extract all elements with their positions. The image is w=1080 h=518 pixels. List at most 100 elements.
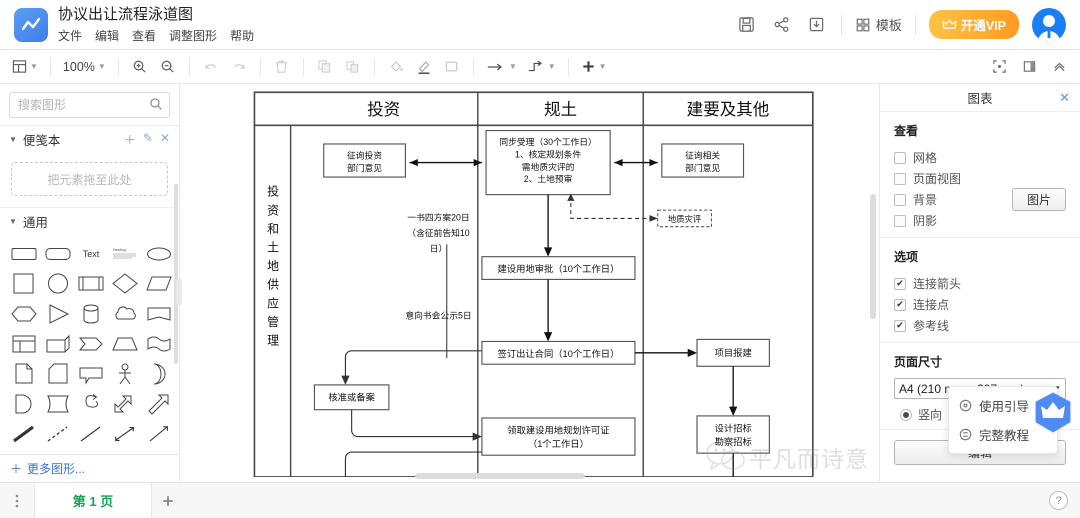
portrait-radio[interactable] (900, 408, 912, 421)
template-button[interactable]: 模板 (855, 15, 902, 34)
shape-thick-line[interactable] (8, 421, 40, 446)
shape-icon[interactable] (439, 54, 465, 80)
arrow-style-icon[interactable]: ▼ (482, 54, 521, 80)
plus-icon[interactable]: ▼ (577, 54, 611, 80)
shadow-checkbox[interactable] (894, 214, 906, 227)
shape-diamond[interactable] (109, 271, 141, 296)
shape-curve-arrow[interactable] (76, 391, 108, 416)
shape-document[interactable] (8, 361, 40, 386)
canvas-vertical-scrollbar[interactable] (870, 194, 876, 319)
shape-folded-note[interactable] (42, 361, 74, 386)
checkbox-row-guide-line[interactable]: 参考线 (894, 315, 1066, 336)
shape-table[interactable] (8, 331, 40, 356)
checkbox-row-connect-arrow[interactable]: 连接箭头 (894, 273, 1066, 294)
shape-curved-card[interactable] (42, 391, 74, 416)
pageview-checkbox[interactable] (894, 172, 906, 185)
canvas-horizontal-scrollbar[interactable] (415, 473, 585, 479)
document-title[interactable]: 协议出让流程泳道图 (58, 6, 254, 24)
shape-callout[interactable] (76, 361, 108, 386)
shape-rounded-rect[interactable] (42, 241, 74, 266)
menu-item-help[interactable]: 帮助 (230, 27, 254, 44)
add-icon[interactable]: ＋ (124, 131, 136, 148)
shape-thin-line[interactable] (76, 421, 108, 446)
panel-toggle-icon[interactable] (1016, 54, 1042, 80)
help-icon[interactable]: ? (1049, 491, 1068, 510)
shape-double-arrow[interactable] (109, 391, 141, 416)
shape-block-arrow[interactable] (143, 391, 175, 416)
shape-square[interactable] (8, 271, 40, 296)
menu-item-edit[interactable]: 编辑 (95, 27, 119, 44)
orientation-portrait[interactable]: 竖向 (900, 406, 942, 423)
sidebar-section-general[interactable]: ▼ 通用 (0, 207, 179, 235)
shape-wave[interactable] (143, 331, 175, 356)
shape-trapezoid[interactable] (109, 331, 141, 356)
shape-single-arrow[interactable] (143, 421, 175, 446)
zoom-in-icon[interactable] (127, 54, 153, 80)
shape-double-head-arrow[interactable] (109, 421, 141, 446)
avatar[interactable] (1032, 7, 1066, 42)
share-icon[interactable] (771, 14, 793, 36)
shape-cube[interactable] (42, 331, 74, 356)
shape-triangle[interactable] (42, 301, 74, 326)
shape-note-text[interactable]: Heading (109, 241, 141, 266)
search-input[interactable] (9, 92, 170, 118)
checkbox-row-pageview[interactable]: 页面视图 (894, 168, 1066, 189)
connector-style-icon[interactable]: ▼ (523, 54, 560, 80)
line-color-icon[interactable] (411, 54, 437, 80)
page-menu-icon[interactable] (0, 483, 34, 518)
shape-parallelogram[interactable] (143, 271, 175, 296)
shape-hexagon[interactable] (8, 301, 40, 326)
shape-half-round[interactable] (8, 391, 40, 416)
sidebar-scrollbar[interactable] (174, 184, 178, 364)
shape-circle[interactable] (42, 271, 74, 296)
download-icon[interactable] (806, 14, 828, 36)
shape-dashed-line[interactable] (42, 421, 74, 446)
save-icon[interactable] (736, 14, 758, 36)
page-tab-1[interactable]: 第 1 页 (34, 483, 152, 518)
shape-text-label[interactable]: Text (76, 241, 108, 266)
shape-moon[interactable] (143, 361, 175, 386)
guide-line-checkbox[interactable] (894, 319, 906, 332)
connect-arrow-checkbox[interactable] (894, 277, 906, 290)
add-page-button[interactable] (152, 483, 184, 518)
zoom-out-icon[interactable] (155, 54, 181, 80)
sidebar-collapse-handle[interactable] (176, 279, 182, 305)
shape-ellipse[interactable] (143, 241, 175, 266)
copy-icon[interactable] (312, 54, 338, 80)
zoom-level-selector[interactable]: 100% ▼ (59, 54, 110, 80)
undo-icon[interactable] (198, 54, 224, 80)
fullscreen-icon[interactable] (986, 54, 1012, 80)
checkbox-row-connect-point[interactable]: 连接点 (894, 294, 1066, 315)
checkbox-row-shadow[interactable]: 阴影 (894, 210, 1066, 231)
grid-checkbox[interactable] (894, 151, 906, 164)
shape-actor[interactable] (109, 361, 141, 386)
fill-bucket-icon[interactable] (383, 54, 409, 80)
shape-process-bar[interactable] (76, 271, 108, 296)
collapse-chevron-icon[interactable] (1046, 54, 1072, 80)
checkbox-row-grid[interactable]: 网格 (894, 147, 1066, 168)
diagram-canvas[interactable]: 投资 规土 建要及其他 投 资 和 土 地 供 应 管 理 征询投资 部门意见 (180, 84, 880, 482)
shape-rounded-rect-wide[interactable] (8, 241, 40, 266)
checkbox-row-background[interactable]: 背景 图片 (894, 188, 1066, 211)
menu-item-file[interactable]: 文件 (58, 27, 82, 44)
background-checkbox[interactable] (894, 193, 906, 206)
close-icon[interactable]: ✕ (1059, 90, 1070, 106)
search-icon[interactable] (149, 97, 163, 114)
menu-item-adjust-shape[interactable]: 调整图形 (169, 27, 217, 44)
shape-card-flag[interactable] (143, 301, 175, 326)
paste-icon[interactable] (340, 54, 366, 80)
vip-button[interactable]: 开通VIP (928, 10, 1019, 39)
sidebar-section-scratchpad[interactable]: ▼ 便笺本 ＋ ✎ ✕ (0, 125, 179, 153)
shape-cylinder[interactable] (76, 301, 108, 326)
menu-item-view[interactable]: 查看 (132, 27, 156, 44)
shape-cloud[interactable] (109, 301, 141, 326)
edit-icon[interactable]: ✎ (143, 131, 153, 148)
redo-icon[interactable] (226, 54, 252, 80)
shape-arrow-pentagon[interactable] (76, 331, 108, 356)
crown-badge-icon[interactable] (1034, 392, 1072, 434)
more-shapes-button[interactable]: ＋ 更多图形... (0, 454, 179, 482)
trash-icon[interactable] (269, 54, 295, 80)
background-image-button[interactable]: 图片 (1011, 188, 1066, 211)
layout-icon[interactable]: ▼ (8, 54, 42, 80)
scratchpad-dropzone[interactable]: 把元素拖至此处 (11, 162, 168, 196)
